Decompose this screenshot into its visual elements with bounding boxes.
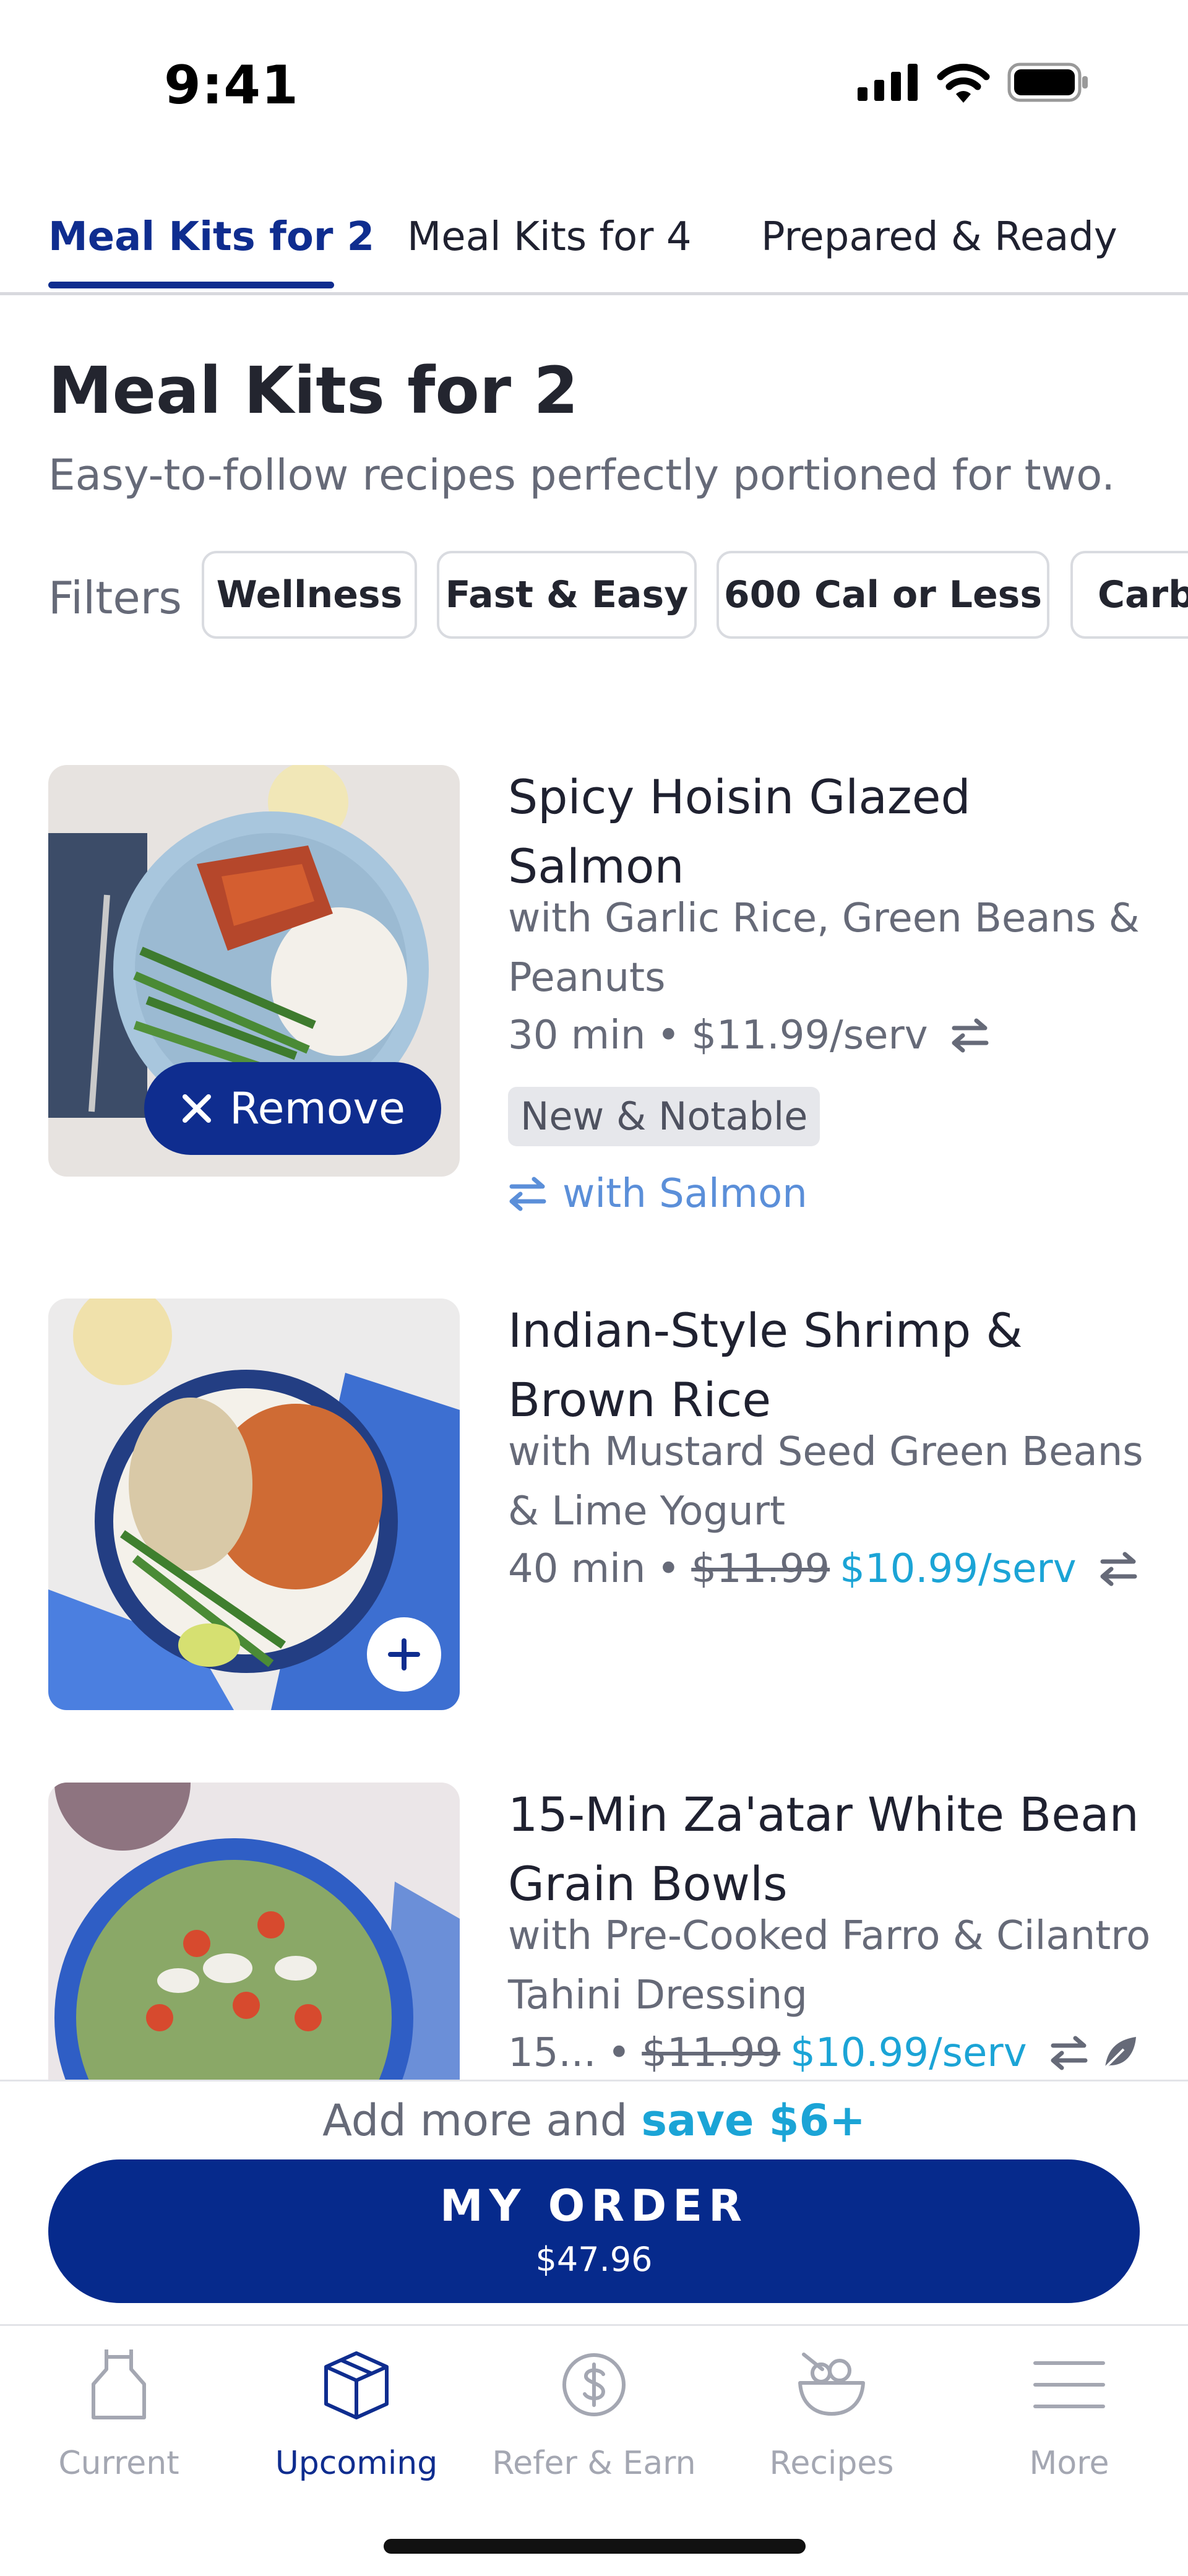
meal-price: $11.99/serv	[691, 1013, 928, 1058]
meal-time: 30 min	[508, 1013, 646, 1058]
swap-icon	[1051, 2036, 1088, 2070]
filter-chip-fast-easy[interactable]: Fast & Easy	[437, 551, 697, 639]
savings-prefix: Add more and	[322, 2095, 642, 2146]
meal-image-shrimp[interactable]	[48, 1299, 460, 1710]
leaf-icon	[1104, 2037, 1136, 2069]
meal-time: 40 min	[508, 1546, 646, 1592]
wifi-icon	[937, 64, 990, 103]
nav-refer-earn[interactable]: Refer & Earn	[475, 2345, 713, 2482]
apron-icon	[92, 2349, 146, 2419]
meal-title[interactable]: Spicy Hoisin Glazed Salmon	[508, 763, 1151, 901]
swap-protein-link[interactable]: with Salmon	[508, 1171, 807, 1217]
nav-recipes[interactable]: Recipes	[713, 2345, 950, 2482]
status-bar: 9:41	[0, 0, 1188, 161]
meal-card[interactable]: 15-Min Za'atar White Bean Grain Bowls wi…	[48, 1783, 1162, 2080]
remove-label: Remove	[229, 1083, 406, 1134]
swap-icon	[1100, 1552, 1137, 1586]
filter-bar: Filters Wellness Fast & Easy 600 Cal or …	[0, 551, 1188, 644]
filter-chip-carb[interactable]: Carb	[1070, 551, 1188, 639]
page-title: Meal Kits for 2	[48, 353, 579, 428]
filters-label: Filters	[48, 572, 182, 624]
sale-price: $10.99/serv	[840, 1546, 1077, 1592]
bottom-navigation: Current Upcoming Refer & Earn Recipes Mo…	[0, 2324, 1188, 2576]
meal-title[interactable]: Indian-Style Shrimp & Brown Rice	[508, 1296, 1151, 1435]
savings-amount: save $6+	[641, 2095, 866, 2146]
order-summary-bar: Add more and save $6+ MY ORDER $47.96	[0, 2080, 1188, 2326]
meta-separator: •	[607, 2030, 631, 2076]
dollar-coin-icon	[562, 2353, 626, 2416]
swap-icon	[509, 1177, 546, 1211]
meal-image-salmon[interactable]: Remove	[48, 765, 460, 1177]
nav-label: More	[1029, 2445, 1109, 2482]
nav-label: Upcoming	[275, 2445, 438, 2482]
sale-price: $10.99/serv	[790, 2030, 1027, 2076]
meal-meta: 15... • $11.99 $10.99/serv	[508, 2030, 1138, 2076]
status-time: 9:41	[164, 54, 299, 116]
bowl-icon	[798, 2353, 865, 2416]
category-tabs: Meal Kits for 2 Meal Kits for 4 Prepared…	[0, 204, 1188, 295]
swap-icon	[952, 1018, 989, 1053]
meal-description: with Garlic Rice, Green Beans & Peanuts	[508, 896, 1140, 1001]
savings-message: Add more and save $6+	[0, 2095, 1188, 2146]
new-notable-badge: New & Notable	[508, 1087, 820, 1146]
my-order-button[interactable]: MY ORDER $47.96	[48, 2159, 1140, 2303]
menu-icon	[1033, 2361, 1105, 2408]
meal-description: with Pre-Cooked Farro & Cilantro Tahini …	[508, 1913, 1151, 2018]
filter-chip-wellness[interactable]: Wellness	[202, 551, 417, 639]
meal-meta: 40 min • $11.99 $10.99/serv	[508, 1546, 1138, 1592]
status-icons	[858, 62, 1089, 103]
nav-label: Refer & Earn	[492, 2445, 696, 2482]
tab-meal-kits-for-4[interactable]: Meal Kits for 4	[407, 214, 692, 260]
add-to-order-button[interactable]	[367, 1617, 441, 1692]
tab-meal-kits-for-2[interactable]: Meal Kits for 2	[48, 214, 374, 260]
swap-link-label: with Salmon	[562, 1171, 807, 1217]
nav-upcoming[interactable]: Upcoming	[238, 2345, 475, 2482]
close-icon	[182, 1094, 211, 1123]
order-total: $47.96	[535, 2240, 653, 2279]
battery-icon	[1007, 63, 1088, 102]
meal-card[interactable]: Indian-Style Shrimp & Brown Rice with Mu…	[48, 1299, 1162, 1732]
original-price: $11.99	[642, 2030, 781, 2076]
original-price: $11.99	[691, 1546, 830, 1592]
meal-title[interactable]: 15-Min Za'atar White Bean Grain Bowls	[508, 1783, 1151, 1919]
nav-label: Recipes	[769, 2445, 894, 2482]
meal-description: with Mustard Seed Green Beans & Lime Yog…	[508, 1429, 1143, 1534]
tab-prepared-ready[interactable]: Prepared & Ready	[761, 214, 1117, 260]
box-icon	[324, 2351, 389, 2419]
nav-current[interactable]: Current	[0, 2345, 238, 2482]
meal-time: 15...	[508, 2030, 596, 2076]
my-order-label: MY ORDER	[440, 2181, 748, 2231]
meta-separator: •	[656, 1546, 681, 1592]
filter-chip-600-cal[interactable]: 600 Cal or Less	[717, 551, 1049, 639]
app-screen: 9:41 Meal Kits for 2 Meal Kits for 4 Pre…	[0, 0, 1188, 2576]
nav-more[interactable]: More	[950, 2345, 1188, 2482]
home-indicator[interactable]	[384, 2539, 806, 2554]
page-subtitle: Easy-to-follow recipes perfectly portion…	[48, 451, 1116, 500]
meal-meta: 30 min • $11.99/serv	[508, 1013, 990, 1058]
plus-icon	[388, 1638, 420, 1671]
remove-button[interactable]: Remove	[144, 1062, 441, 1155]
meal-image-grain-bowl[interactable]	[48, 1783, 460, 2080]
meta-separator: •	[656, 1013, 681, 1058]
cellular-signal-icon	[858, 64, 918, 101]
meal-card[interactable]: Remove Spicy Hoisin Glazed Salmon with G…	[48, 765, 1162, 1235]
nav-label: Current	[58, 2445, 179, 2482]
active-tab-indicator	[48, 282, 334, 288]
